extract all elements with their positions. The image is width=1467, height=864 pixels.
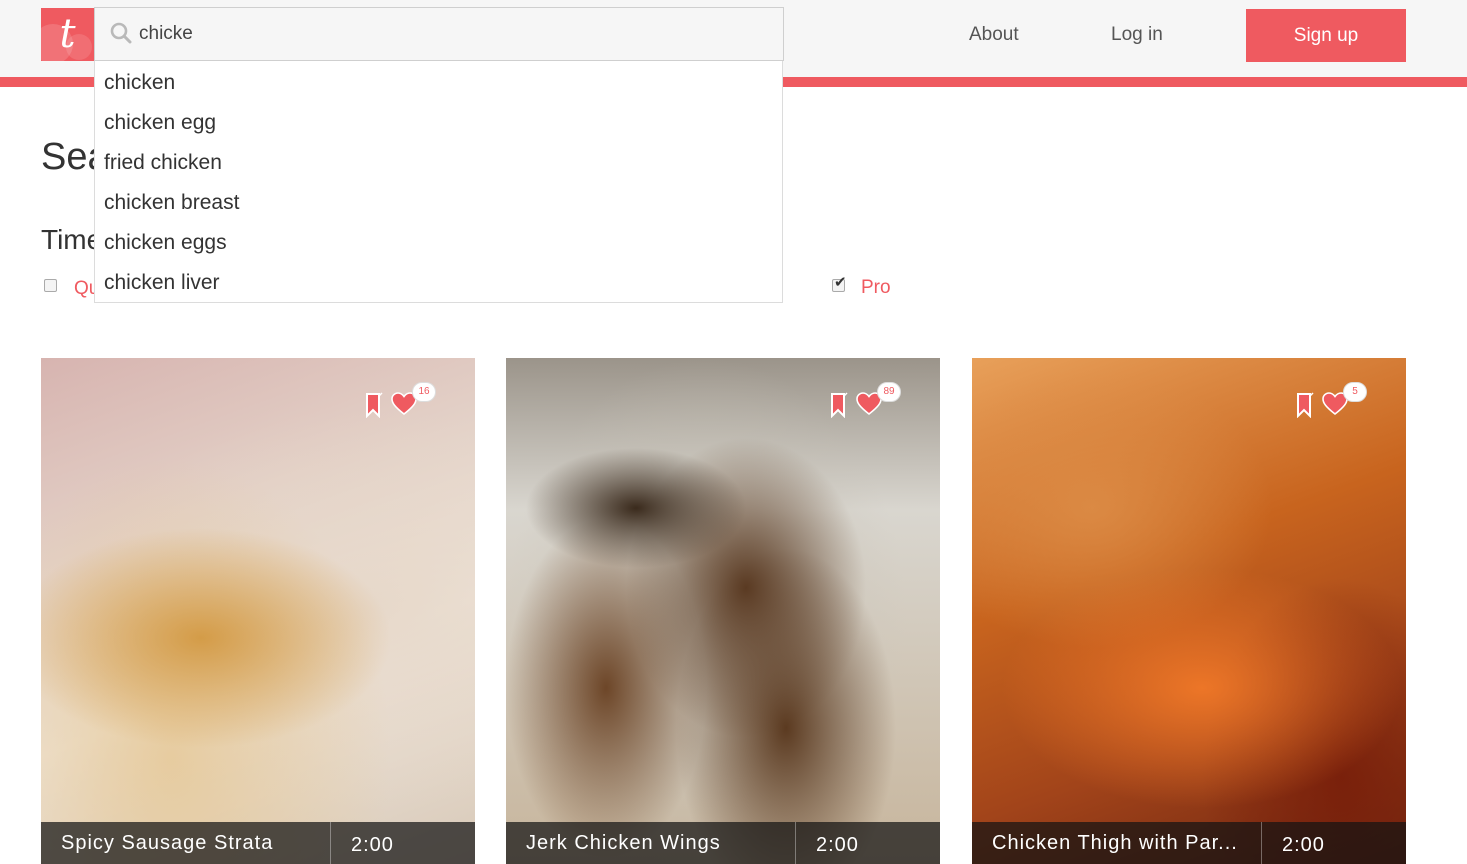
filter-pro-checkbox[interactable]: ✔ — [832, 275, 847, 292]
logo-letter: t — [59, 11, 76, 57]
search-input[interactable] — [139, 18, 769, 50]
recipe-info-bar: Jerk Chicken Wings 2:00 — [506, 822, 940, 864]
divider — [795, 822, 796, 864]
bookmark-icon[interactable] — [830, 392, 848, 418]
recipe-photo[interactable] — [41, 358, 475, 864]
divider — [1261, 822, 1262, 864]
recipe-card[interactable]: 16 Spicy Sausage Strata 2:00 — [41, 358, 475, 864]
signup-button[interactable]: Sign up — [1246, 9, 1406, 62]
suggestion-item[interactable]: chicken — [104, 63, 774, 103]
likes-count-badge: 5 — [1343, 382, 1367, 402]
bookmark-icon[interactable] — [1296, 392, 1314, 418]
suggestion-item[interactable]: chicken breast — [104, 183, 774, 223]
suggestion-item[interactable]: fried chicken — [104, 143, 774, 183]
suggestion-item[interactable]: chicken eggs — [104, 223, 774, 263]
suggestion-item[interactable]: chicken egg — [104, 103, 774, 143]
divider — [330, 822, 331, 864]
recipe-time: 2:00 — [1282, 834, 1325, 856]
recipe-title[interactable]: Jerk Chicken Wings — [526, 832, 796, 855]
checkmark-icon: ✔ — [834, 274, 847, 291]
recipe-info-bar: Chicken Thigh with Par... 2:00 — [972, 822, 1406, 864]
likes-count-badge: 89 — [877, 382, 901, 402]
recipe-card[interactable]: 5 Chicken Thigh with Par... 2:00 — [972, 358, 1406, 864]
recipe-photo[interactable] — [506, 358, 940, 864]
recipe-title[interactable]: Chicken Thigh with Par... — [992, 832, 1262, 855]
search-box[interactable] — [94, 7, 784, 61]
card-actions: 89 — [830, 382, 910, 428]
recipe-time: 2:00 — [351, 834, 394, 856]
recipe-title[interactable]: Spicy Sausage Strata — [61, 832, 331, 855]
filter-pro-label[interactable]: Pro — [861, 277, 891, 299]
bookmark-icon[interactable] — [365, 392, 383, 418]
recipe-card[interactable]: 89 Jerk Chicken Wings 2:00 — [506, 358, 940, 864]
card-actions: 5 — [1296, 382, 1376, 428]
card-actions: 16 — [365, 382, 445, 428]
nav-login-link[interactable]: Log in — [1111, 24, 1163, 46]
logo[interactable]: t — [41, 8, 94, 61]
recipe-time: 2:00 — [816, 834, 859, 856]
search-icon — [110, 22, 132, 44]
time-filter-heading: Time — [41, 224, 103, 255]
suggestion-item[interactable]: chicken liver — [104, 263, 774, 303]
likes-count-badge: 16 — [412, 382, 436, 402]
recipe-photo[interactable] — [972, 358, 1406, 864]
filter-quick-checkbox[interactable] — [44, 279, 57, 292]
nav-about-link[interactable]: About — [969, 24, 1019, 46]
recipe-info-bar: Spicy Sausage Strata 2:00 — [41, 822, 475, 864]
autocomplete-dropdown: chicken chicken egg fried chicken chicke… — [94, 61, 783, 303]
